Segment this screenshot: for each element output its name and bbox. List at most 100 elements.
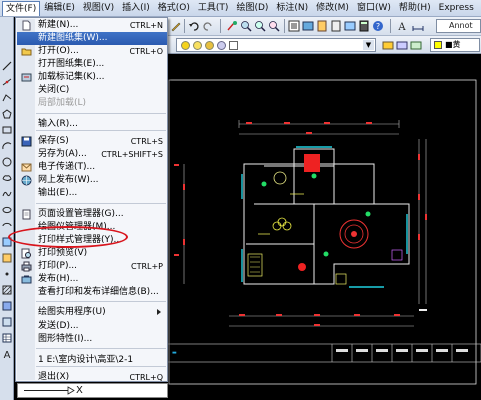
make-block-icon[interactable] <box>2 253 12 263</box>
tool-palette-icon[interactable] <box>316 20 328 32</box>
calculator-icon[interactable] <box>358 20 370 32</box>
zoom-previous-icon[interactable] <box>268 20 280 32</box>
layer-freeze-icon <box>193 41 202 50</box>
file-menu-item[interactable]: 加载标记集(K)... <box>17 71 167 84</box>
hatch-icon[interactable] <box>2 285 12 295</box>
file-menu-item[interactable]: 打开(O)... CTRL+O <box>17 45 167 58</box>
file-menu-item-label: 新建(N)... <box>38 20 79 30</box>
undo-icon[interactable] <box>188 20 200 32</box>
file-menu-item-label: 输出(E)... <box>38 188 78 198</box>
menubar-item[interactable]: 窗口(W) <box>353 1 395 16</box>
annotation-style-combo[interactable]: Annot <box>436 19 481 33</box>
file-menu-item-label: 电子传递(T)... <box>38 162 96 172</box>
file-menu-item[interactable]: 打印预览(V) <box>17 247 167 260</box>
menubar-item[interactable]: 插入(I) <box>118 1 154 16</box>
ellipse-arc-icon[interactable] <box>2 221 12 231</box>
file-menu-item[interactable]: 查看打印和发布详细信息(B)... <box>17 286 167 299</box>
file-menu-item[interactable]: 另存为(A)... CTRL+SHIFT+S <box>17 148 167 161</box>
publish-icon <box>21 274 32 285</box>
chevron-down-icon[interactable]: ▼ <box>363 40 374 50</box>
layer-combo[interactable]: ▼ <box>176 38 376 52</box>
point-icon[interactable] <box>2 269 12 279</box>
command-line-text: X <box>76 385 83 396</box>
file-menu-item[interactable]: 绘图实用程序(U) <box>17 306 167 319</box>
sheet-set-icon[interactable] <box>330 20 342 32</box>
menubar-item[interactable]: 绘图(D) <box>232 1 272 16</box>
zoom-realtime-icon[interactable] <box>240 20 252 32</box>
file-menu-item[interactable]: 新建图纸集(W)... <box>17 32 167 45</box>
menu-bar: 文件(F) 编辑(E) 视图(V) 插入(I) 格式(O) 工具(T) 绘图(D) 标注(N)… <box>0 0 481 17</box>
file-menu-item-shortcut: CTRL+N <box>129 21 163 30</box>
command-line[interactable]: X <box>17 383 168 398</box>
properties-icon[interactable] <box>288 20 300 32</box>
file-menu-item[interactable]: 输出(E)... <box>17 187 167 200</box>
zoom-window-icon[interactable] <box>254 20 266 32</box>
pan-icon[interactable] <box>226 20 238 32</box>
table-icon[interactable] <box>2 333 12 343</box>
dim-style-icon[interactable] <box>412 20 424 32</box>
menubar-item[interactable]: 修改(M) <box>312 1 353 16</box>
revision-cloud-icon[interactable] <box>2 173 12 183</box>
open-folder-icon <box>21 46 32 57</box>
line-icon[interactable] <box>2 61 12 71</box>
file-menu-item[interactable]: 图形特性(I)... <box>17 333 167 346</box>
file-menu-item-label: 局部加载(L) <box>38 98 87 108</box>
file-menu-item[interactable]: 发送(D)... <box>17 320 167 333</box>
markup-icon <box>21 72 32 83</box>
file-menu-item-label: 网上发布(W)... <box>38 175 99 185</box>
menubar-item[interactable]: 工具(T) <box>194 1 233 16</box>
menubar-item[interactable]: 格式(O) <box>154 1 194 16</box>
file-menu-item-label: 打开图纸集(E)... <box>38 59 105 69</box>
menu-separator <box>36 113 166 114</box>
plan-caption: ▬ <box>172 350 177 356</box>
file-menu-item[interactable]: 电子传递(T)... <box>17 161 167 174</box>
file-menu-item-label: 页面设置管理器(G)... <box>38 209 124 219</box>
multiline-text-icon[interactable]: A <box>2 349 12 359</box>
drawing-frame <box>168 79 477 385</box>
file-menu-item[interactable]: 打印(P)... CTRL+P <box>17 260 167 273</box>
svg-text:A: A <box>4 350 11 359</box>
menubar-item[interactable]: 标注(N) <box>272 1 312 16</box>
menubar-item[interactable]: 编辑(E) <box>40 1 79 16</box>
region-icon[interactable] <box>2 317 12 327</box>
file-menu-item[interactable]: 网上发布(W)... <box>17 174 167 187</box>
circle-icon[interactable] <box>2 157 12 167</box>
pencil-icon[interactable] <box>170 20 182 32</box>
spline-icon[interactable] <box>2 189 12 199</box>
file-menu-item[interactable]: 新建(N)... CTRL+N <box>17 19 167 32</box>
file-menu-item[interactable]: 关闭(C) <box>17 84 167 97</box>
file-menu-item-label: 另存为(A)... <box>38 149 87 159</box>
file-menu-item[interactable]: 打开图纸集(E)... <box>17 58 167 71</box>
file-menu-item[interactable]: 页面设置管理器(G)... <box>17 208 167 221</box>
file-menu-item[interactable]: 发布(H)... <box>17 273 167 286</box>
rectangle-icon[interactable] <box>2 125 12 135</box>
menubar-item[interactable]: Express <box>435 1 478 16</box>
text-style-icon[interactable]: A <box>396 20 408 32</box>
layer-manager-icon[interactable] <box>382 39 394 51</box>
gradient-icon[interactable] <box>2 301 12 311</box>
file-menu-item[interactable]: 保存(S) CTRL+S <box>17 135 167 148</box>
file-menu-item: 局部加载(L) <box>17 97 167 110</box>
design-center-icon[interactable] <box>302 20 314 32</box>
menubar-item[interactable]: 文件(F) <box>2 0 41 16</box>
file-menu-item-label: 关闭(C) <box>38 85 70 95</box>
make-current-icon[interactable] <box>410 39 422 51</box>
construction-line-icon[interactable] <box>2 77 12 87</box>
menubar-item[interactable]: 视图(V) <box>79 1 118 16</box>
layer-plot-icon <box>217 41 226 50</box>
menu-separator <box>36 130 166 131</box>
layer-previous-icon[interactable] <box>396 39 408 51</box>
help-icon[interactable]: ? <box>372 20 384 32</box>
polygon-icon[interactable] <box>2 109 12 119</box>
plan-walls <box>243 148 410 285</box>
menubar-item[interactable]: 帮助(H) <box>395 1 435 16</box>
file-menu-item-shortcut: CTRL+O <box>129 47 164 56</box>
color-combo-value: ■黄 <box>445 40 461 49</box>
arc-icon[interactable] <box>2 141 12 151</box>
markup-icon[interactable] <box>344 20 356 32</box>
plan-windows <box>241 146 408 288</box>
redo-icon[interactable] <box>202 20 214 32</box>
ellipse-icon[interactable] <box>2 205 12 215</box>
color-combo[interactable]: ■黄 <box>430 38 480 52</box>
polyline-icon[interactable] <box>2 93 12 103</box>
